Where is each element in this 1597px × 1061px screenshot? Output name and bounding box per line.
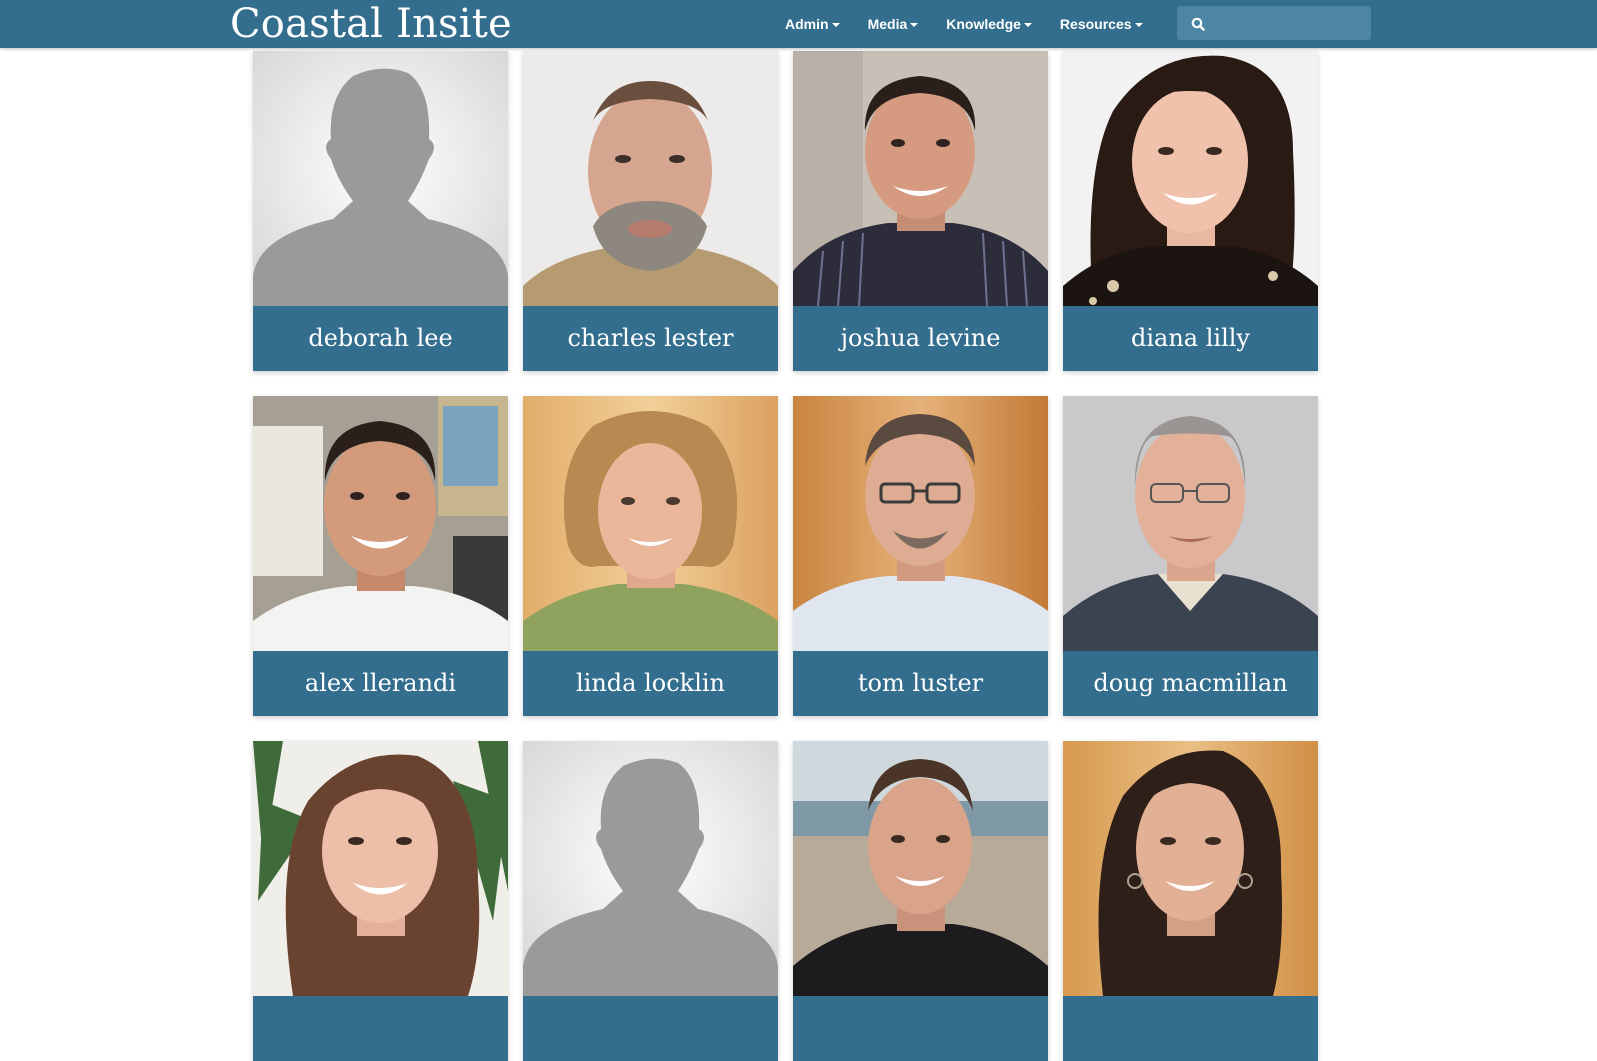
nav-media-dropdown[interactable]: Media bbox=[868, 16, 919, 32]
person-card[interactable]: charles lester bbox=[523, 51, 778, 371]
person-name[interactable] bbox=[253, 996, 508, 1061]
person-photo bbox=[523, 51, 778, 306]
person-name[interactable]: alex llerandi bbox=[253, 651, 508, 716]
person-name[interactable]: joshua levine bbox=[793, 306, 1048, 371]
caret-down-icon bbox=[910, 22, 919, 27]
search-icon[interactable] bbox=[1189, 15, 1209, 35]
nav-admin-label: Admin bbox=[785, 16, 829, 32]
person-photo bbox=[793, 51, 1048, 306]
person-card[interactable]: deborah lee bbox=[253, 51, 508, 371]
nav-media-label: Media bbox=[867, 16, 908, 32]
person-card[interactable] bbox=[523, 741, 778, 1061]
person-photo bbox=[253, 396, 508, 651]
nav-resources-label: Resources bbox=[1059, 16, 1132, 32]
person-photo bbox=[1063, 741, 1318, 996]
person-photo bbox=[793, 396, 1048, 651]
caret-down-icon bbox=[1023, 22, 1032, 27]
search-input[interactable] bbox=[1209, 9, 1402, 37]
person-card[interactable] bbox=[1063, 741, 1318, 1061]
person-photo bbox=[523, 396, 778, 651]
avatar-placeholder bbox=[253, 51, 508, 306]
nav-menu: Admin Media Knowledge Resources bbox=[785, 0, 1171, 48]
person-card[interactable]: joshua levine bbox=[793, 51, 1048, 371]
person-name[interactable] bbox=[793, 996, 1048, 1061]
person-card[interactable]: tom luster bbox=[793, 396, 1048, 716]
person-card[interactable]: diana lilly bbox=[1063, 51, 1318, 371]
person-name[interactable]: charles lester bbox=[523, 306, 778, 371]
avatar-placeholder bbox=[523, 741, 778, 996]
person-photo bbox=[253, 741, 508, 996]
nav-resources-dropdown[interactable]: Resources bbox=[1060, 16, 1143, 32]
person-card[interactable] bbox=[253, 741, 508, 1061]
caret-down-icon bbox=[1134, 22, 1143, 27]
person-name[interactable]: tom luster bbox=[793, 651, 1048, 716]
person-card[interactable]: linda locklin bbox=[523, 396, 778, 716]
person-name[interactable]: linda locklin bbox=[523, 651, 778, 716]
nav-knowledge-label: Knowledge bbox=[946, 16, 1021, 32]
person-name[interactable] bbox=[1063, 996, 1318, 1061]
nav-knowledge-dropdown[interactable]: Knowledge bbox=[946, 16, 1032, 32]
person-name[interactable]: doug macmillan bbox=[1063, 651, 1318, 716]
person-photo bbox=[1063, 396, 1318, 651]
person-photo bbox=[1063, 51, 1318, 306]
person-card[interactable]: alex llerandi bbox=[253, 396, 508, 716]
person-card[interactable]: doug macmillan bbox=[1063, 396, 1318, 716]
person-name[interactable]: diana lilly bbox=[1063, 306, 1318, 371]
top-navbar: Coastal Insite Admin Media Knowledge Res… bbox=[0, 0, 1597, 48]
caret-down-icon bbox=[831, 22, 840, 27]
site-brand[interactable]: Coastal Insite bbox=[230, 0, 512, 48]
person-name[interactable] bbox=[523, 996, 778, 1061]
person-name[interactable]: deborah lee bbox=[253, 306, 508, 371]
nav-admin-dropdown[interactable]: Admin bbox=[785, 16, 840, 32]
search-box[interactable] bbox=[1177, 6, 1402, 40]
person-photo bbox=[793, 741, 1048, 996]
person-card[interactable] bbox=[793, 741, 1048, 1061]
